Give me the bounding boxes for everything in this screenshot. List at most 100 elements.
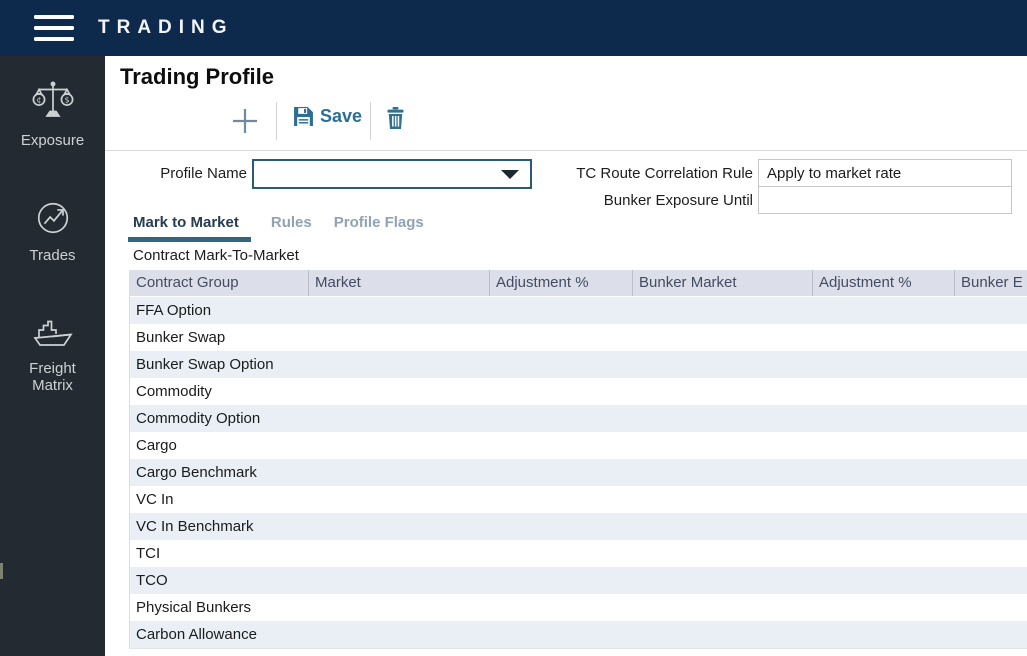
cell <box>309 351 490 378</box>
sidebar: ¢ $ Exposure Trades Freight Matrix <box>0 56 105 656</box>
cell-contract-group: FFA Option <box>136 302 212 319</box>
cell <box>813 432 955 459</box>
cell <box>633 432 813 459</box>
table-row[interactable]: FFA Option <box>130 297 1027 324</box>
cell <box>813 594 955 621</box>
column-header-contract-group[interactable]: Contract Group <box>130 270 309 296</box>
cell-contract-group: Physical Bunkers <box>136 599 252 616</box>
cell <box>490 513 633 540</box>
table-row[interactable]: TCO <box>130 567 1027 594</box>
cell-contract-group: TCI <box>136 545 161 562</box>
table-row[interactable]: Cargo Benchmark <box>130 459 1027 486</box>
table-row[interactable]: Carbon Allowance <box>130 621 1027 648</box>
sidebar-item-exposure[interactable]: ¢ $ Exposure <box>0 80 105 149</box>
tab-mark-to-market[interactable]: Mark to Market <box>128 211 251 242</box>
cell-contract-group: TCO <box>136 572 168 589</box>
tab-rules[interactable]: Rules <box>269 211 314 239</box>
floppy-disk-icon <box>293 106 314 127</box>
save-button-label: Save <box>320 106 363 126</box>
add-button[interactable] <box>230 106 260 141</box>
cell <box>955 594 1027 621</box>
table-row[interactable]: Bunker Swap <box>130 324 1027 351</box>
sidebar-item-trades[interactable]: Trades <box>0 199 105 264</box>
cell <box>813 621 955 648</box>
cell-contract-group: Commodity Option <box>136 410 261 427</box>
cell <box>490 567 633 594</box>
toolbar: Save <box>105 98 1027 151</box>
cell <box>309 621 490 648</box>
cell <box>813 513 955 540</box>
cell <box>490 459 633 486</box>
cell <box>309 567 490 594</box>
tab-profile-flags[interactable]: Profile Flags <box>332 211 426 239</box>
sidebar-item-label: Exposure <box>20 132 85 149</box>
cell-contract-group: Cargo <box>136 437 177 454</box>
cell <box>813 324 955 351</box>
cell-contract-group: Bunker Swap Option <box>136 356 274 373</box>
cell <box>490 378 633 405</box>
cell <box>309 459 490 486</box>
cell <box>633 540 813 567</box>
cell-contract-group: Carbon Allowance <box>136 626 257 643</box>
cell <box>813 540 955 567</box>
cell <box>633 405 813 432</box>
cell <box>955 540 1027 567</box>
column-header-market[interactable]: Market <box>309 270 490 296</box>
cell <box>633 378 813 405</box>
cell <box>955 513 1027 540</box>
cell <box>955 567 1027 594</box>
cell <box>490 432 633 459</box>
cell <box>813 486 955 513</box>
table-row[interactable]: Physical Bunkers <box>130 594 1027 621</box>
page-title: Trading Profile <box>120 64 275 89</box>
tc-route-correlation-rule-label: TC Route Correlation Rule <box>576 165 753 182</box>
cell <box>955 459 1027 486</box>
column-header-adjustment-[interactable]: Adjustment % <box>490 270 633 296</box>
delete-button[interactable] <box>387 107 404 134</box>
cell <box>955 432 1027 459</box>
cell <box>633 351 813 378</box>
cell <box>955 621 1027 648</box>
svg-text:¢: ¢ <box>36 96 41 105</box>
cell <box>633 567 813 594</box>
save-button[interactable]: Save <box>293 106 362 127</box>
cell <box>955 405 1027 432</box>
cell <box>813 405 955 432</box>
cell <box>955 324 1027 351</box>
profile-name-select[interactable] <box>252 159 532 189</box>
trash-icon <box>387 107 404 134</box>
hamburger-menu-icon[interactable] <box>34 14 76 42</box>
column-header-adjustment-[interactable]: Adjustment % <box>813 270 955 296</box>
cell <box>813 351 955 378</box>
ship-icon <box>30 314 76 354</box>
table-row[interactable]: Cargo <box>130 432 1027 459</box>
tc-route-correlation-rule-input[interactable] <box>758 159 1012 187</box>
table-row[interactable]: TCI <box>130 540 1027 567</box>
profile-name-label: Profile Name <box>160 165 247 182</box>
cell <box>813 378 955 405</box>
cell <box>633 297 813 324</box>
table-row[interactable]: VC In <box>130 486 1027 513</box>
column-header-bunker-market[interactable]: Bunker Market <box>633 270 813 296</box>
cell <box>633 459 813 486</box>
cell <box>633 513 813 540</box>
bunker-exposure-until-label: Bunker Exposure Until <box>603 192 753 209</box>
column-header-bunker-e[interactable]: Bunker E <box>955 270 1027 296</box>
cell <box>955 297 1027 324</box>
toolbar-divider <box>276 102 277 140</box>
cell <box>309 594 490 621</box>
table-row[interactable]: Bunker Swap Option <box>130 351 1027 378</box>
cell <box>309 513 490 540</box>
table-row[interactable]: VC In Benchmark <box>130 513 1027 540</box>
trend-up-icon <box>34 199 72 241</box>
cell <box>633 324 813 351</box>
cell <box>813 567 955 594</box>
cell <box>633 486 813 513</box>
bunker-exposure-until-input[interactable] <box>758 186 1012 214</box>
table-row[interactable]: Commodity Option <box>130 405 1027 432</box>
table-row[interactable]: Commodity <box>130 378 1027 405</box>
cell <box>309 324 490 351</box>
plus-icon <box>230 106 260 141</box>
sidebar-item-freight-matrix[interactable]: Freight Matrix <box>0 314 105 394</box>
tab-bar: Mark to Market Rules Profile Flags <box>128 211 426 242</box>
